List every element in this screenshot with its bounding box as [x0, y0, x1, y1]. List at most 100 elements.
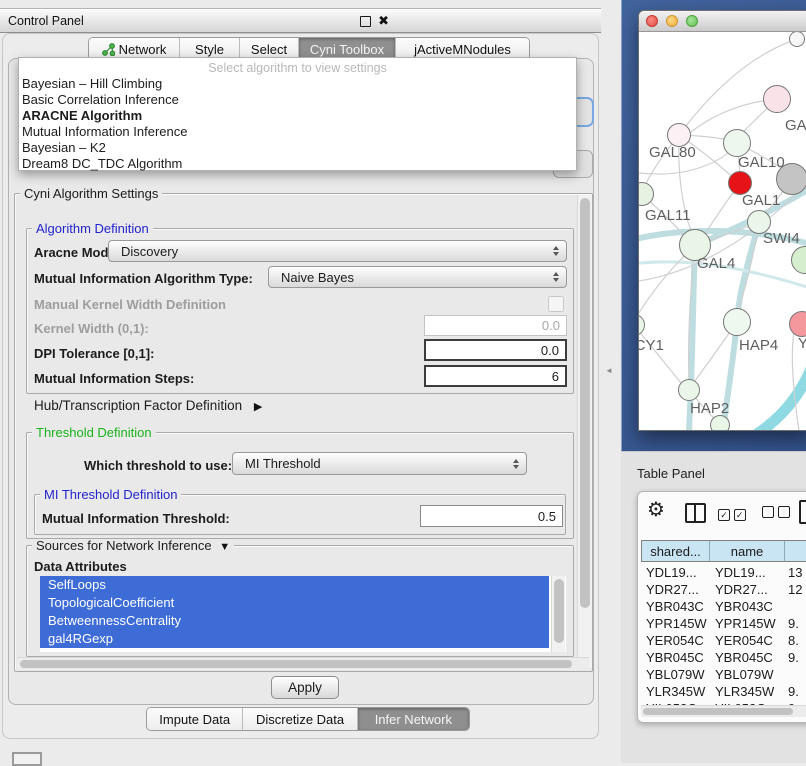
mi-algorithm-type-combo[interactable]: Naive Bayes [268, 266, 567, 288]
table-cell[interactable]: YDL19... [710, 564, 785, 581]
table-cell[interactable]: YBR043C [710, 598, 785, 615]
table-cell[interactable]: YER054C [641, 632, 710, 649]
combo-spinner-icon [513, 459, 519, 469]
table-cell[interactable]: 9. [785, 683, 806, 700]
mi-threshold-field[interactable]: 0.5 [420, 505, 563, 527]
table-row[interactable]: YDR27...YDR27...12 [641, 581, 806, 598]
aracne-mode-value: Discovery [121, 244, 178, 259]
kernel-width-field[interactable]: 0.0 [424, 315, 567, 336]
table-cell[interactable]: 9. [785, 615, 806, 632]
table-row[interactable]: YBR045CYBR045C9. [641, 649, 806, 666]
table-cell[interactable]: YPR145W [641, 615, 710, 632]
table-horizontal-scrollbar[interactable] [641, 705, 806, 717]
settings-horizontal-scrollbar[interactable] [17, 657, 589, 670]
column-header-name[interactable]: name [710, 540, 785, 562]
table-cell[interactable]: YBR043C [641, 598, 710, 615]
algorithm-dropdown-list: Bayesian – Hill ClimbingBasic Correlatio… [19, 76, 576, 172]
network-node-gal10[interactable] [723, 129, 751, 157]
attribute-list-item[interactable]: BetweennessCentrality [40, 612, 549, 630]
table-cell[interactable]: YDR27... [710, 581, 785, 598]
which-threshold-combo[interactable]: MI Threshold [232, 452, 527, 475]
table-cell[interactable]: YDL19... [641, 564, 710, 581]
control-panel-titlebar: Control Panel ✖ [0, 8, 601, 33]
table-hscroll-thumb[interactable] [643, 708, 793, 715]
table-cell[interactable]: YLR345W [710, 683, 785, 700]
column-header-3[interactable] [785, 540, 806, 562]
algorithm-option[interactable]: Dream8 DC_TDC Algorithm [19, 156, 576, 172]
sources-title[interactable]: Sources for Network Inference ▼ [32, 539, 234, 554]
table-cell[interactable]: YBL079W [641, 666, 710, 683]
close-icon[interactable]: ✖ [378, 14, 389, 27]
table-cell[interactable]: YBL079W [710, 666, 785, 683]
network-window[interactable]: GALGAL80GAL10GAL1GAL11SWI4GAL4GCY1HAP4YH… [638, 10, 806, 431]
splitter-collapse-icon[interactable]: ◄ [605, 366, 613, 375]
table-cell[interactable]: 8. [785, 632, 806, 649]
attributes-vscroll-thumb[interactable] [554, 579, 564, 643]
network-node-gal[interactable] [763, 85, 791, 113]
algorithm-option[interactable]: Basic Correlation Inference [19, 92, 576, 108]
attribute-list-item[interactable]: SelfLoops [40, 576, 549, 594]
network-canvas[interactable]: GALGAL80GAL10GAL1GAL11SWI4GAL4GCY1HAP4YH… [639, 32, 806, 431]
table-cell[interactable]: YLR345W [641, 683, 710, 700]
tab-discretize-data[interactable]: Discretize Data [242, 708, 356, 730]
algorithm-option[interactable]: Bayesian – Hill Climbing [19, 76, 576, 92]
attributes-vertical-scrollbar[interactable] [551, 576, 565, 652]
table-cell[interactable]: YDR27... [641, 581, 710, 598]
select-all-checkboxes-icon[interactable]: ✓ ✓ [718, 506, 746, 521]
dpi-tolerance-field[interactable]: 0.0 [424, 339, 567, 361]
aracne-mode-combo[interactable]: Discovery [108, 240, 567, 262]
hub-definition-toggle[interactable]: Hub/Transcription Factor Definition ▶ [34, 398, 262, 413]
algorithm-option[interactable]: ARACNE Algorithm [19, 108, 576, 124]
attribute-list-item[interactable]: TopologicalCoefficient [40, 594, 549, 612]
tab-infer-network[interactable]: Infer Network [357, 708, 469, 730]
column-header-shared[interactable]: shared... [641, 540, 710, 562]
minimized-panel-icon[interactable] [12, 752, 42, 766]
zoom-traffic-light[interactable] [686, 15, 698, 27]
settings-vertical-scrollbar[interactable] [577, 195, 592, 668]
table-cell[interactable] [785, 666, 806, 683]
float-icon[interactable] [360, 15, 371, 30]
attribute-list-item[interactable]: gal4RGexp [40, 630, 549, 648]
table-row[interactable]: YBL079WYBL079W [641, 666, 806, 683]
settings-hscroll-thumb[interactable] [20, 660, 572, 668]
network-node-hap2[interactable] [678, 379, 700, 401]
table-cell[interactable]: YBR045C [710, 649, 785, 666]
combo-spinner-icon [553, 246, 559, 256]
close-traffic-light[interactable] [646, 15, 658, 27]
algorithm-dropdown[interactable]: Select algorithm to view settings Bayesi… [18, 57, 577, 171]
collapsed-arrow-icon: ▶ [254, 401, 262, 413]
table-cell[interactable]: YPR145W [710, 615, 785, 632]
sheet-icon[interactable] [799, 500, 806, 524]
network-node[interactable] [776, 163, 806, 195]
split-columns-icon[interactable] [685, 503, 706, 523]
network-node[interactable] [710, 415, 730, 431]
tab-network-label: Network [119, 42, 167, 57]
table-row[interactable]: YER054CYER054C8. [641, 632, 806, 649]
manual-kernel-checkbox[interactable] [548, 296, 564, 312]
minimize-traffic-light[interactable] [666, 15, 678, 27]
table-row[interactable]: YDL19...YDL19...13 [641, 564, 806, 581]
data-attributes-list[interactable]: SelfLoopsTopologicalCoefficientBetweenne… [40, 576, 566, 652]
table-cell[interactable]: 12 [785, 581, 806, 598]
mi-algorithm-type-value: Naive Bayes [281, 270, 354, 285]
table-cell[interactable] [785, 598, 806, 615]
table-cell[interactable]: YER054C [710, 632, 785, 649]
deselect-all-checkboxes-icon[interactable] [762, 506, 790, 521]
table-row[interactable]: YPR145WYPR145W9. [641, 615, 806, 632]
manual-kernel-label: Manual Kernel Width Definition [34, 297, 226, 312]
tab-impute-data[interactable]: Impute Data [147, 708, 242, 730]
table-row[interactable]: YLR345WYLR345W9. [641, 683, 806, 700]
settings-vscroll-thumb[interactable] [580, 198, 590, 608]
network-node-hap4[interactable] [723, 308, 751, 336]
table-row[interactable]: YBR043CYBR043C [641, 598, 806, 615]
table-cell[interactable]: 9. [785, 649, 806, 666]
combo-spinner-icon [553, 272, 559, 282]
algorithm-option[interactable]: Bayesian – K2 [19, 140, 576, 156]
mi-steps-field[interactable]: 6 [424, 365, 567, 387]
gear-icon[interactable]: ⚙ [647, 497, 665, 522]
table-cell[interactable]: 13 [785, 564, 806, 581]
table-cell[interactable]: YBR045C [641, 649, 710, 666]
algorithm-option[interactable]: Mutual Information Inference [19, 124, 576, 140]
apply-button[interactable]: Apply [271, 676, 339, 699]
network-window-titlebar[interactable] [639, 11, 806, 32]
